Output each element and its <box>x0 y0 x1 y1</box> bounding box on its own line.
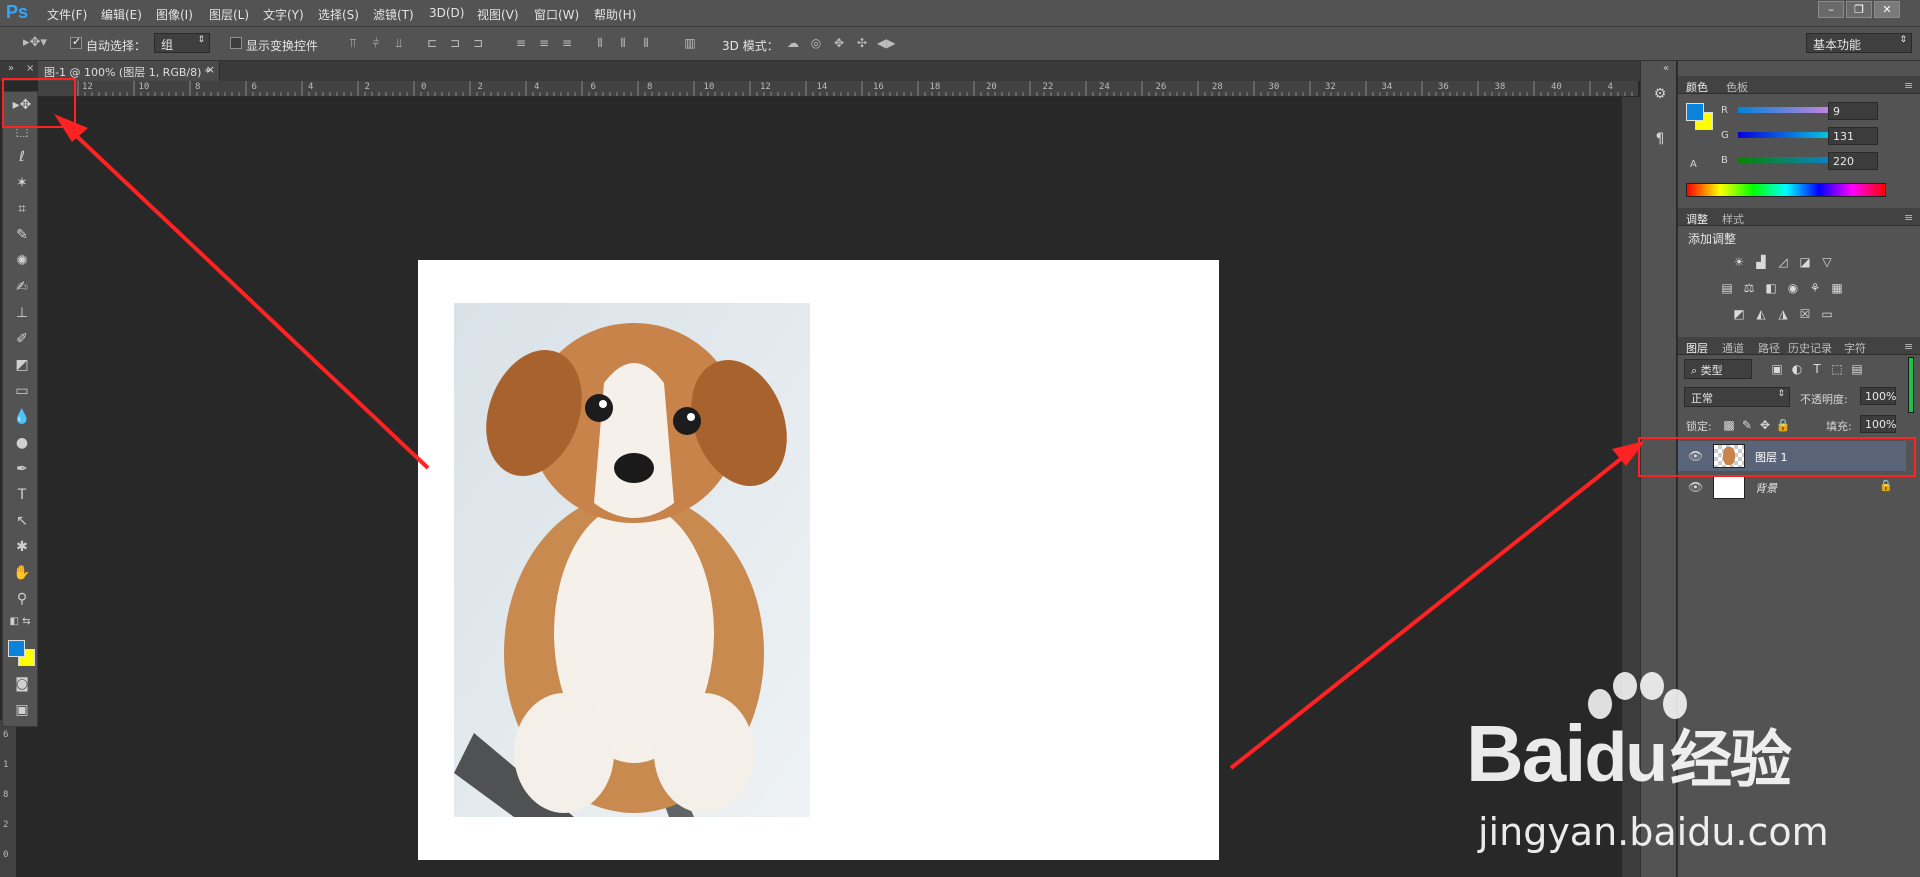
watermark-brand: Bai <box>1466 709 1586 798</box>
watermark-brand-jingyan: 经验 <box>1670 726 1792 795</box>
watermark-brand-du: du <box>1584 718 1669 796</box>
arrow-line-left <box>64 124 430 470</box>
watermark-url: jingyan.baidu.com <box>1478 810 1829 854</box>
foreground-color-swatch[interactable] <box>8 640 25 657</box>
baidu-jingyan-watermark: Baidu经验 jingyan.baidu.com <box>1460 660 1920 877</box>
color-foreground-swatch[interactable] <box>1686 103 1704 121</box>
arrow-head-left <box>54 114 88 142</box>
